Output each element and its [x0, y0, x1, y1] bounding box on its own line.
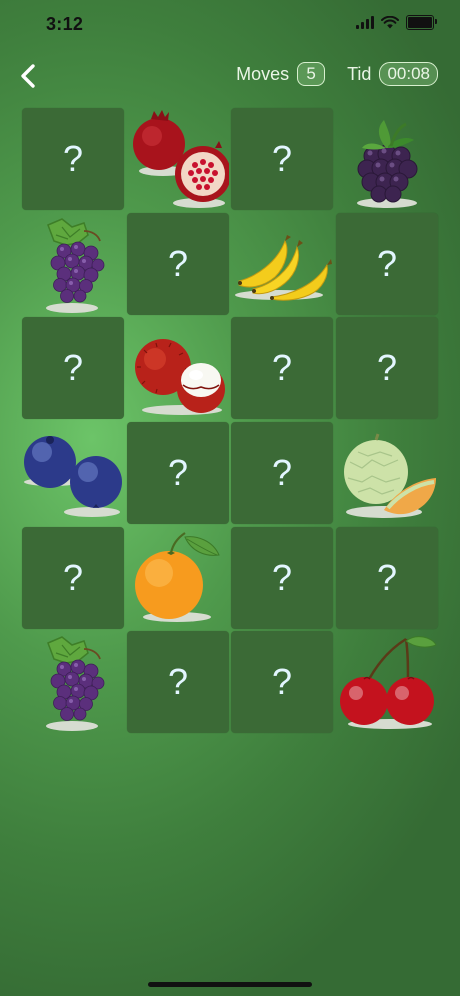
memory-card-blueberry [22, 422, 124, 524]
memory-card-hidden[interactable]: ? [22, 527, 124, 629]
grapes-icon [46, 636, 105, 731]
pomegranate-icon [133, 110, 229, 208]
memory-card-hidden[interactable]: ? [336, 317, 438, 419]
memory-card-hidden[interactable]: ? [127, 631, 229, 733]
game-stats: Moves 5 Tid 00:08 [236, 62, 438, 86]
memory-card-blackberry [336, 108, 438, 210]
memory-card-hidden[interactable]: ? [336, 527, 438, 629]
memory-card-grapes [22, 213, 124, 315]
question-mark-icon: ? [376, 243, 398, 284]
moves-count: 5 [297, 62, 326, 86]
game-header: Moves 5 Tid 00:08 [0, 56, 460, 96]
question-mark-icon: ? [271, 347, 293, 388]
memory-card-hidden[interactable]: ? [127, 213, 229, 315]
question-mark-icon: ? [167, 661, 189, 702]
question-mark-icon: ? [62, 347, 84, 388]
question-mark-icon: ? [271, 661, 293, 702]
question-mark-icon: ? [62, 138, 84, 179]
blackberry-icon [357, 120, 418, 208]
question-mark-icon: ? [167, 243, 189, 284]
memory-card-pomegranate [127, 108, 229, 210]
melon-icon [344, 433, 436, 518]
question-mark-icon: ? [376, 557, 398, 598]
memory-card-grapes [22, 631, 124, 733]
chevron-left-icon [21, 64, 35, 88]
home-indicator[interactable] [148, 982, 312, 987]
question-mark-icon: ? [271, 452, 293, 493]
battery-icon [406, 15, 437, 30]
memory-card-hidden[interactable]: ? [22, 317, 124, 419]
card-grid: ? ? ? ? ? ? ? ? ? ? ? ? ? ? [22, 108, 438, 733]
question-mark-icon: ? [62, 557, 84, 598]
rambutan-icon [135, 339, 225, 415]
status-bar: 3:12 [0, 0, 460, 50]
memory-card-hidden[interactable]: ? [231, 631, 333, 733]
question-mark-icon: ? [271, 138, 293, 179]
orange-icon [135, 532, 220, 622]
memory-card-banana [231, 213, 333, 315]
memory-card-cherry [336, 631, 438, 733]
signal-icon [356, 16, 374, 29]
memory-card-hidden[interactable]: ? [127, 422, 229, 524]
memory-card-hidden[interactable]: ? [231, 422, 333, 524]
timer-value: 00:08 [379, 62, 438, 86]
moves-label: Moves [236, 63, 290, 84]
blueberry-icon [24, 436, 122, 517]
memory-card-orange [127, 527, 229, 629]
status-icons [356, 15, 437, 30]
grapes-icon [46, 218, 105, 313]
status-time: 3:12 [46, 14, 84, 34]
memory-card-melon [336, 422, 438, 524]
memory-card-hidden[interactable]: ? [336, 213, 438, 315]
cherry-icon [340, 636, 437, 729]
memory-card-hidden[interactable]: ? [22, 108, 124, 210]
question-mark-icon: ? [271, 557, 293, 598]
banana-icon [235, 235, 332, 301]
question-mark-icon: ? [376, 347, 398, 388]
wifi-icon [381, 16, 399, 29]
memory-card-hidden[interactable]: ? [231, 108, 333, 210]
memory-card-hidden[interactable]: ? [231, 317, 333, 419]
question-mark-icon: ? [167, 452, 189, 493]
time-label: Tid [347, 63, 372, 84]
memory-card-rambutan [127, 317, 229, 419]
back-button[interactable] [14, 60, 44, 92]
memory-card-hidden[interactable]: ? [231, 527, 333, 629]
